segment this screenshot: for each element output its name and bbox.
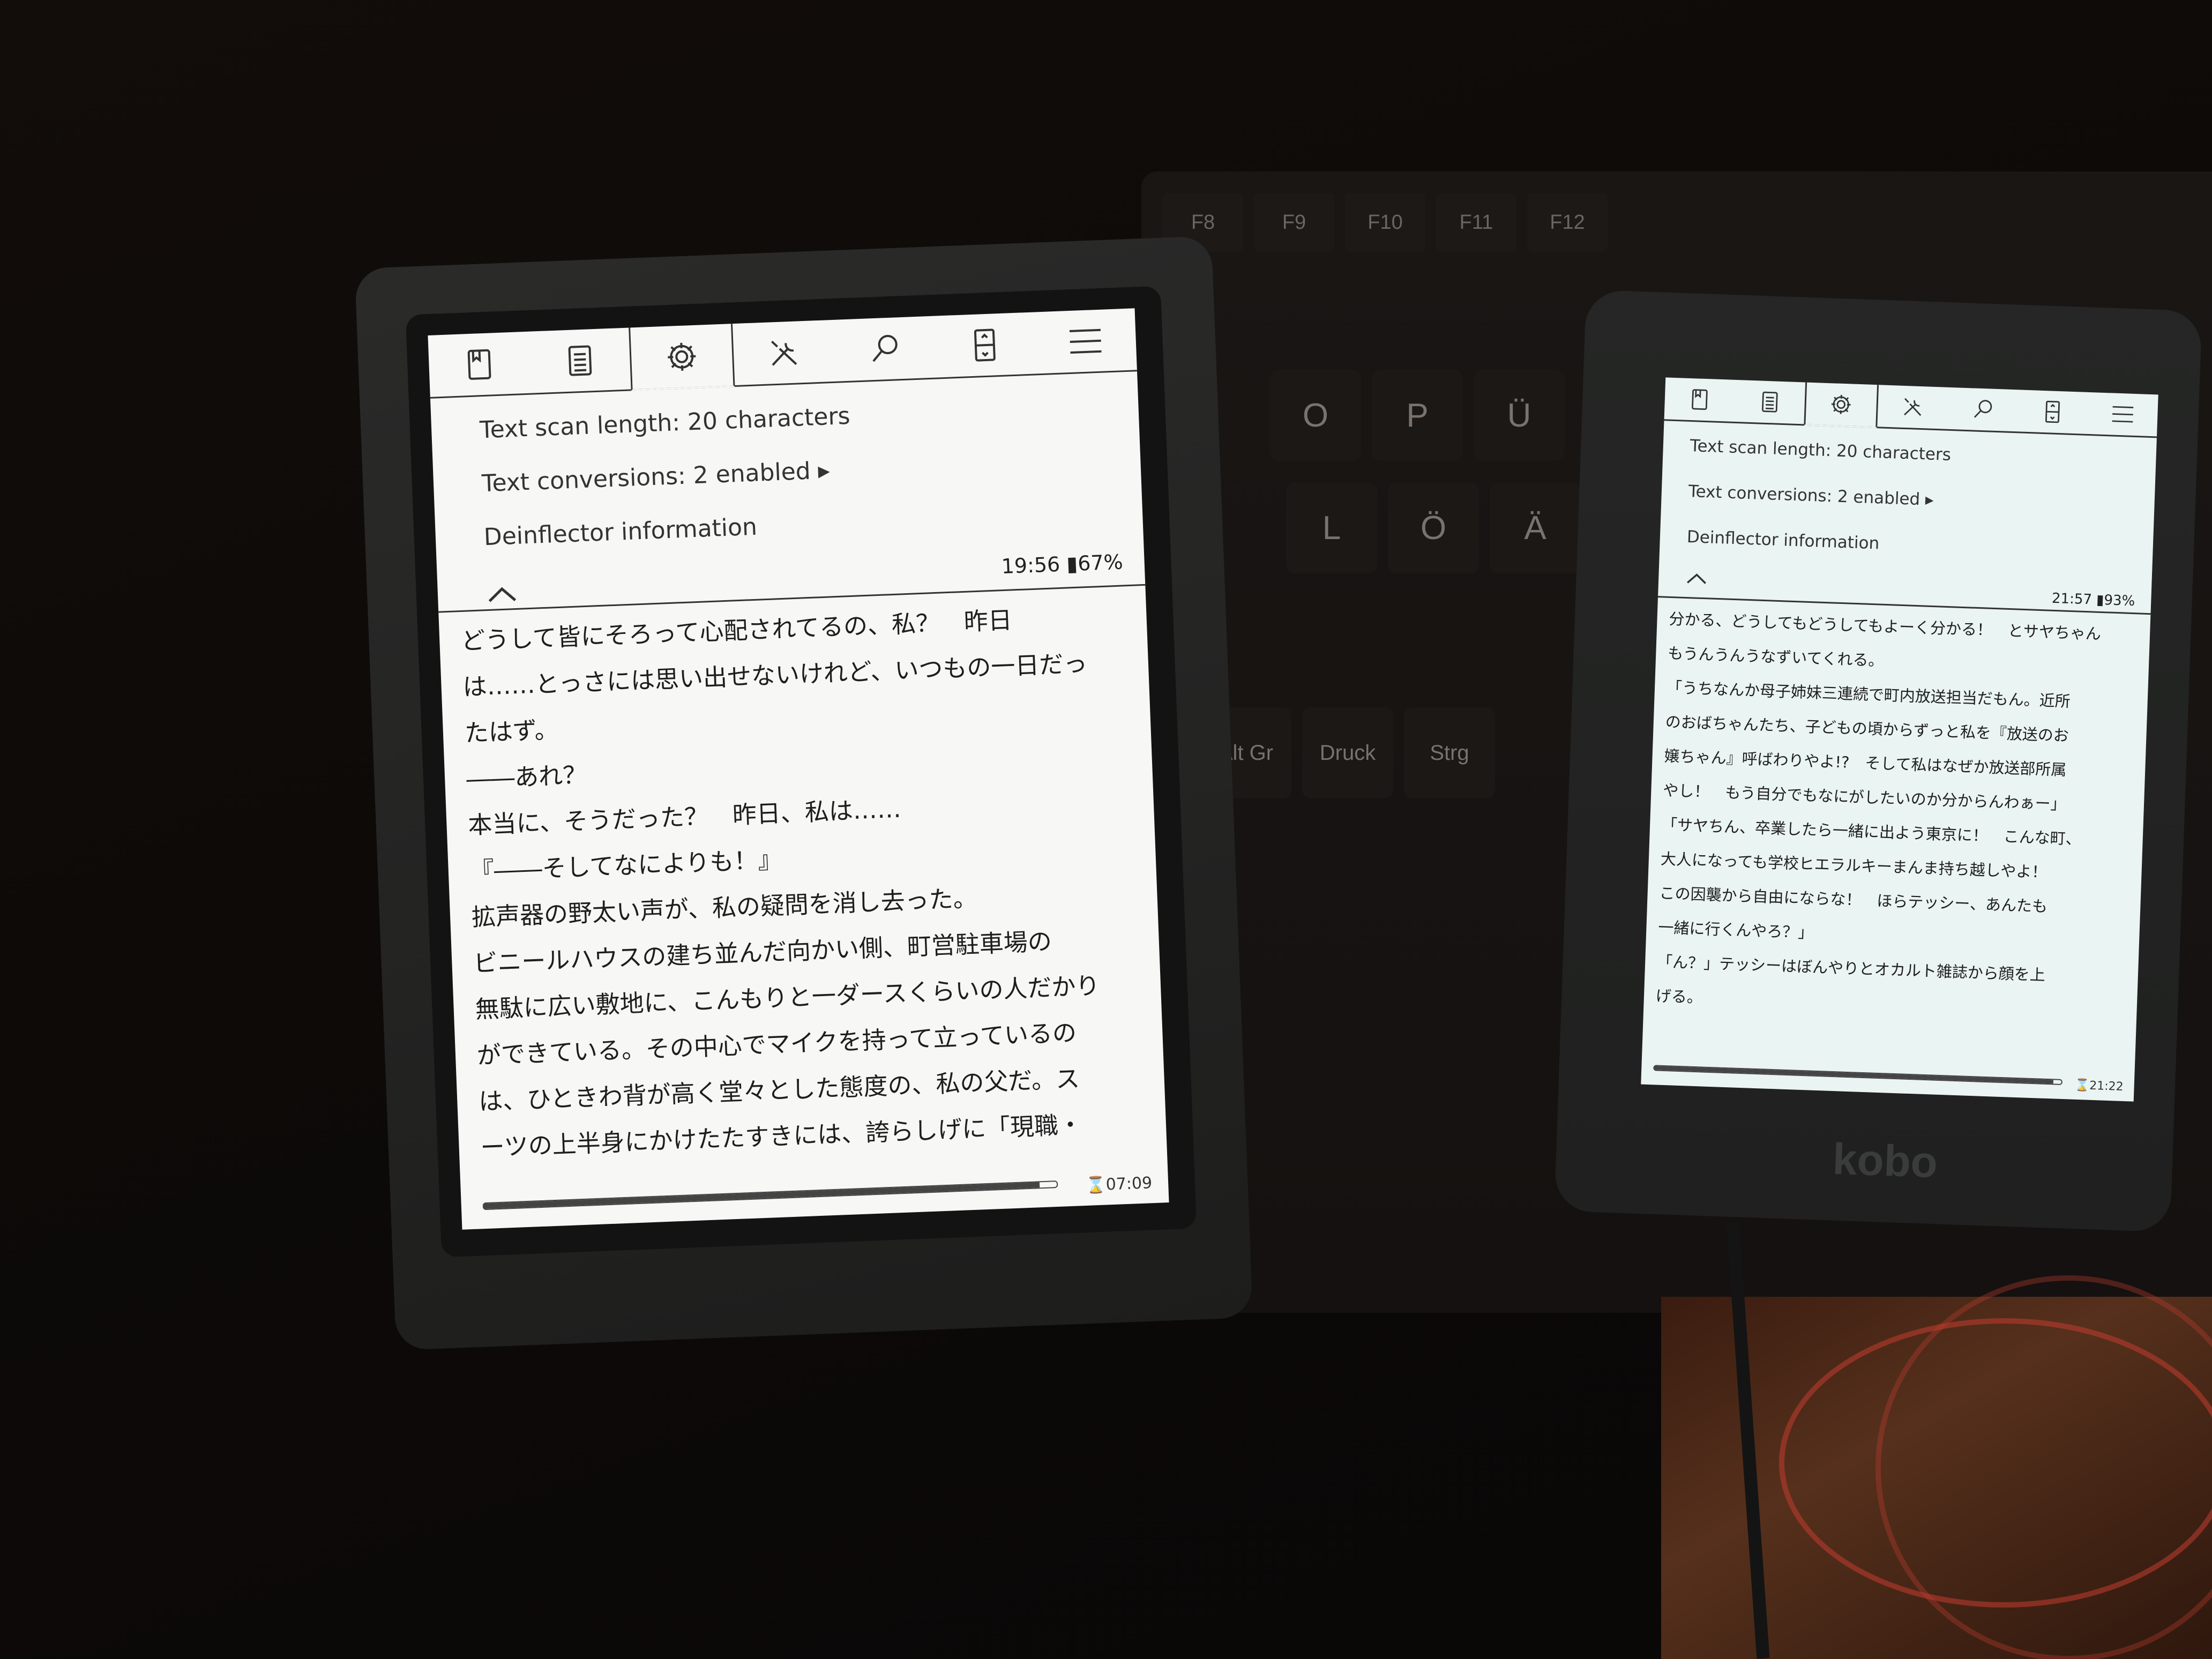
reading-progress-bar — [482, 1180, 1058, 1210]
ereader-screen-left: Text scan length: 20 characters Text con… — [428, 308, 1169, 1230]
key-ae: Ä — [1490, 482, 1581, 573]
menu-deinflector-info[interactable]: Deinflector information — [1686, 527, 1880, 554]
key-f9: F9 — [1254, 193, 1334, 252]
gear-icon[interactable] — [1804, 382, 1879, 429]
reading-progress-bar — [1653, 1065, 2063, 1085]
footer-time: 21:22 — [2089, 1079, 2124, 1094]
brand-logo: kobo — [1832, 1134, 1939, 1187]
book-text: 分かる、どうしてもどうしてもよーく分かる！ とサヤちゃん もうんうんうなずいてく… — [1643, 601, 2150, 1030]
key-ue: Ü — [1474, 370, 1565, 461]
menu-text-conversions[interactable]: Text conversions: 2 enabled ▸ — [1688, 482, 1934, 510]
status-battery: 67% — [1077, 550, 1124, 576]
chevron-up-icon[interactable] — [1685, 571, 1708, 588]
chevron-up-icon[interactable] — [485, 584, 518, 607]
ereader-screen-right: Text scan length: 20 characters Text con… — [1641, 377, 2158, 1102]
hourglass-icon: ⌛ — [1085, 1175, 1107, 1195]
document-icon[interactable] — [933, 312, 1036, 377]
battery-icon: ▮ — [2096, 592, 2105, 609]
menu-text-scan-length[interactable]: Text scan length: 20 characters — [1690, 436, 1951, 465]
search-icon[interactable] — [833, 316, 936, 382]
key-strg: Strg — [1404, 707, 1495, 798]
photo-scene: F8 F9 F10 F11 F12 O P Ü L Ö Ä Alt Gr Dru… — [0, 0, 2212, 1659]
footer-time: 07:09 — [1105, 1174, 1153, 1194]
hamburger-menu-icon[interactable] — [2087, 392, 2158, 437]
key-p: P — [1372, 370, 1463, 461]
key-f11: F11 — [1436, 193, 1516, 252]
bookmark-icon[interactable] — [1664, 377, 1736, 422]
menu-text-conversions[interactable]: Text conversions: 2 enabled ▸ — [481, 457, 830, 497]
reading-progress-fill — [483, 1182, 1040, 1209]
menu-text-scan-length[interactable]: Text scan length: 20 characters — [479, 402, 850, 444]
key-o: O — [1270, 370, 1361, 461]
key-druck: Druck — [1302, 707, 1393, 798]
key-l: L — [1286, 482, 1377, 573]
key-f10: F10 — [1345, 193, 1425, 252]
key-f12: F12 — [1527, 193, 1608, 252]
tools-icon[interactable] — [1877, 385, 1948, 429]
status-bar: 19:56 ▮67% — [1001, 550, 1124, 578]
tools-icon[interactable] — [733, 320, 835, 385]
document-icon[interactable] — [2017, 390, 2088, 434]
book-text: どうして皆にそろって心配されてるの、私？ 昨日 は……とっさには思い出せないけれ… — [439, 592, 1167, 1172]
status-battery: 93% — [2103, 592, 2135, 610]
status-time: 19:56 — [1000, 552, 1061, 579]
search-icon[interactable] — [1947, 387, 2019, 432]
menu-deinflector-info[interactable]: Deinflector information — [483, 513, 758, 551]
toc-icon[interactable] — [528, 328, 631, 393]
footer-clock: ⌛07:09 — [1086, 1174, 1153, 1195]
status-time: 21:57 — [2051, 590, 2093, 608]
battery-icon: ▮ — [1066, 551, 1079, 576]
gear-icon[interactable] — [629, 324, 735, 391]
footer-clock: ⌛21:22 — [2074, 1079, 2124, 1094]
status-bar: 21:57 ▮93% — [2052, 591, 2135, 609]
key-oe: Ö — [1388, 482, 1479, 573]
toc-icon[interactable] — [1734, 380, 1805, 424]
reading-progress-fill — [1654, 1066, 2053, 1084]
hourglass-icon: ⌛ — [2074, 1078, 2090, 1093]
bookmark-icon[interactable] — [428, 332, 530, 397]
hamburger-menu-icon[interactable] — [1034, 308, 1137, 373]
